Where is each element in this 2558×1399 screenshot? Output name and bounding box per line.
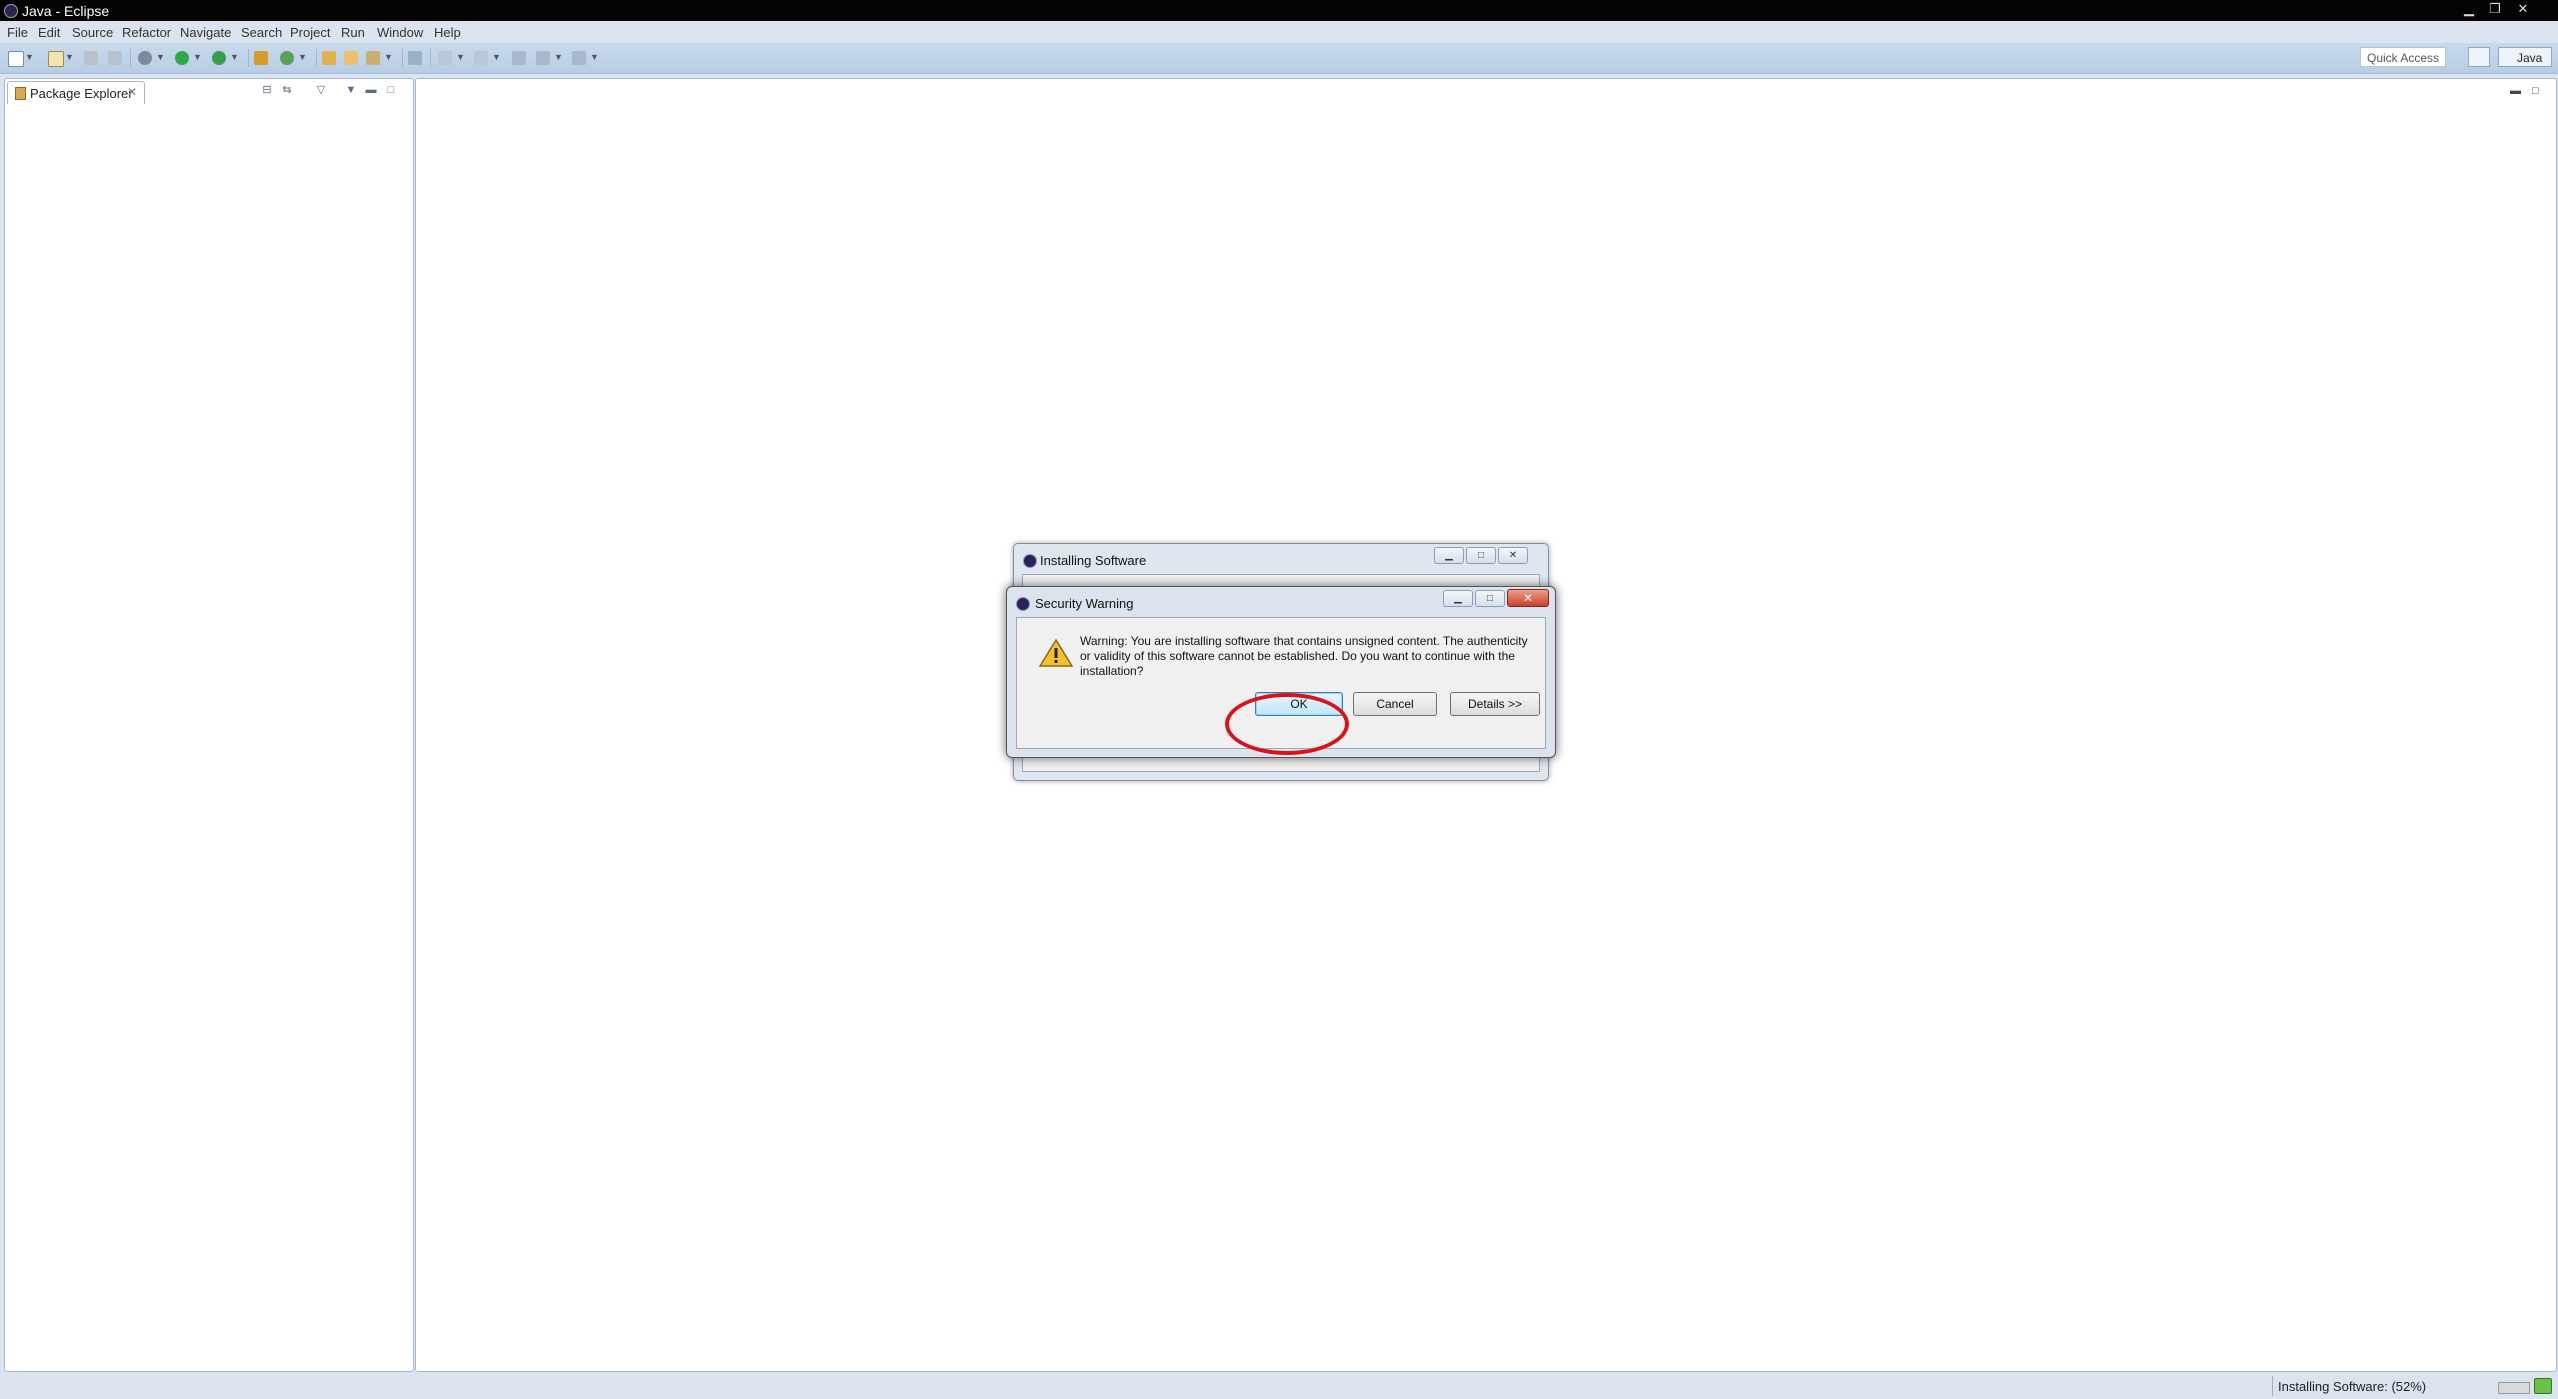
toolbar-separator bbox=[316, 49, 317, 67]
chevron-down-icon[interactable]: ▼ bbox=[456, 52, 465, 62]
menu-source[interactable]: Source bbox=[72, 25, 113, 40]
chevron-down-icon[interactable]: ▼ bbox=[65, 52, 74, 62]
quick-access-input[interactable]: Quick Access bbox=[2360, 47, 2446, 67]
toolbar-separator bbox=[130, 49, 131, 67]
dialog-title: Installing Software bbox=[1040, 553, 1147, 568]
previous-annotation-icon[interactable] bbox=[474, 51, 488, 65]
menu-help[interactable]: Help bbox=[434, 25, 461, 40]
last-edit-location-icon[interactable] bbox=[512, 51, 526, 65]
chevron-down-icon[interactable]: ▼ bbox=[492, 52, 501, 62]
progress-view-icon[interactable] bbox=[2534, 1378, 2552, 1394]
menu-search[interactable]: Search bbox=[241, 25, 282, 40]
dialog-title: Security Warning bbox=[1035, 596, 1134, 611]
restore-icon[interactable]: ❐ bbox=[2482, 0, 2508, 18]
menu-project[interactable]: Project bbox=[290, 25, 330, 40]
toggle-mark-occurrences-icon[interactable] bbox=[408, 51, 422, 65]
open-task-icon[interactable] bbox=[344, 51, 358, 65]
close-icon[interactable]: ✕ bbox=[1507, 589, 1549, 607]
back-icon[interactable] bbox=[536, 51, 550, 65]
search-icon[interactable] bbox=[366, 51, 380, 65]
forward-icon[interactable] bbox=[572, 51, 586, 65]
status-progress-text: Installing Software: (52%) bbox=[2278, 1379, 2427, 1394]
details-button[interactable]: Details >> bbox=[1450, 692, 1540, 716]
close-icon[interactable]: ✕ bbox=[1498, 547, 1528, 564]
eclipse-icon bbox=[1016, 597, 1030, 611]
close-icon[interactable]: ✕ bbox=[2510, 0, 2536, 18]
menu-edit[interactable]: Edit bbox=[38, 25, 60, 40]
debug-icon[interactable] bbox=[138, 51, 152, 65]
chevron-down-icon[interactable]: ▼ bbox=[298, 52, 307, 62]
highlight-annotation bbox=[1225, 693, 1349, 755]
warning-icon bbox=[1039, 638, 1073, 667]
chevron-down-icon[interactable]: ▼ bbox=[156, 52, 165, 62]
chevron-down-icon[interactable]: ▼ bbox=[345, 84, 357, 96]
external-tools-icon[interactable] bbox=[212, 51, 226, 65]
view-menu-icon[interactable]: ▽ bbox=[315, 84, 327, 96]
warning-message: Warning: You are installing software tha… bbox=[1080, 634, 1528, 678]
toolbar-separator bbox=[402, 49, 403, 67]
save-icon[interactable] bbox=[84, 51, 98, 65]
status-separator bbox=[2272, 1376, 2273, 1396]
menu-bar: File Edit Source Refactor Navigate Searc… bbox=[0, 21, 2558, 43]
menu-refactor[interactable]: Refactor bbox=[122, 25, 171, 40]
maximize-icon[interactable]: □ bbox=[1475, 590, 1505, 607]
maximize-icon[interactable]: □ bbox=[2532, 85, 2539, 97]
menu-run[interactable]: Run bbox=[341, 25, 365, 40]
java-perspective-button[interactable]: Java bbox=[2498, 47, 2552, 67]
toolbar-separator bbox=[248, 49, 249, 67]
minimize-icon[interactable]: ▁ bbox=[1434, 547, 1464, 564]
chevron-down-icon[interactable]: ▼ bbox=[554, 52, 563, 62]
collapse-all-icon[interactable]: ⊟ bbox=[261, 84, 273, 96]
chevron-down-icon[interactable]: ▼ bbox=[230, 52, 239, 62]
maximize-icon[interactable]: □ bbox=[385, 84, 397, 96]
new-icon[interactable] bbox=[8, 51, 24, 67]
menu-window[interactable]: Window bbox=[377, 25, 423, 40]
open-file-icon[interactable] bbox=[48, 51, 64, 67]
run-icon[interactable] bbox=[175, 51, 189, 65]
open-type-icon[interactable] bbox=[322, 51, 336, 65]
package-explorer-icon bbox=[15, 87, 26, 100]
chevron-down-icon[interactable]: ▼ bbox=[193, 52, 202, 62]
minimize-icon[interactable]: ▬ bbox=[365, 84, 377, 96]
chevron-down-icon[interactable]: ▼ bbox=[384, 52, 393, 62]
progress-bar bbox=[2498, 1382, 2530, 1394]
next-annotation-icon[interactable] bbox=[438, 51, 452, 65]
window-title: Java - Eclipse bbox=[22, 3, 110, 19]
save-all-icon[interactable] bbox=[108, 51, 122, 65]
eclipse-icon bbox=[4, 4, 18, 18]
eclipse-icon bbox=[1023, 554, 1037, 568]
cancel-button[interactable]: Cancel bbox=[1353, 692, 1437, 716]
open-perspective-icon[interactable] bbox=[2468, 47, 2490, 67]
toolbar-separator bbox=[430, 49, 431, 67]
menu-navigate[interactable]: Navigate bbox=[180, 25, 231, 40]
menu-file[interactable]: File bbox=[7, 25, 28, 40]
status-bar: Installing Software: (52%) bbox=[0, 1372, 2558, 1399]
package-explorer-view: Package Explorer ✕ ⊟ ⇆ ▽ ▼ ▬ □ bbox=[4, 78, 414, 1372]
minimize-icon[interactable]: ▬ bbox=[2510, 85, 2521, 97]
main-toolbar: ▼ ▼ ▼ ▼ ▼ ▼ ▼ ▼ ▼ ▼ ▼ bbox=[0, 43, 2558, 74]
new-java-class-icon[interactable] bbox=[280, 51, 294, 65]
tab-package-explorer[interactable]: Package Explorer ✕ bbox=[7, 81, 145, 104]
minimize-icon[interactable]: ▁ bbox=[2456, 0, 2482, 18]
link-with-editor-icon[interactable]: ⇆ bbox=[281, 84, 293, 96]
tab-label: Package Explorer bbox=[30, 86, 133, 101]
close-icon[interactable]: ✕ bbox=[127, 85, 137, 99]
chevron-down-icon[interactable]: ▼ bbox=[590, 52, 599, 62]
maximize-icon[interactable]: □ bbox=[1466, 547, 1496, 564]
new-java-package-icon[interactable] bbox=[254, 51, 268, 65]
window-titlebar: Java - Eclipse ▁ ❐ ✕ bbox=[0, 0, 2558, 21]
chevron-down-icon[interactable]: ▼ bbox=[25, 52, 34, 62]
minimize-icon[interactable]: ▁ bbox=[1443, 590, 1473, 607]
